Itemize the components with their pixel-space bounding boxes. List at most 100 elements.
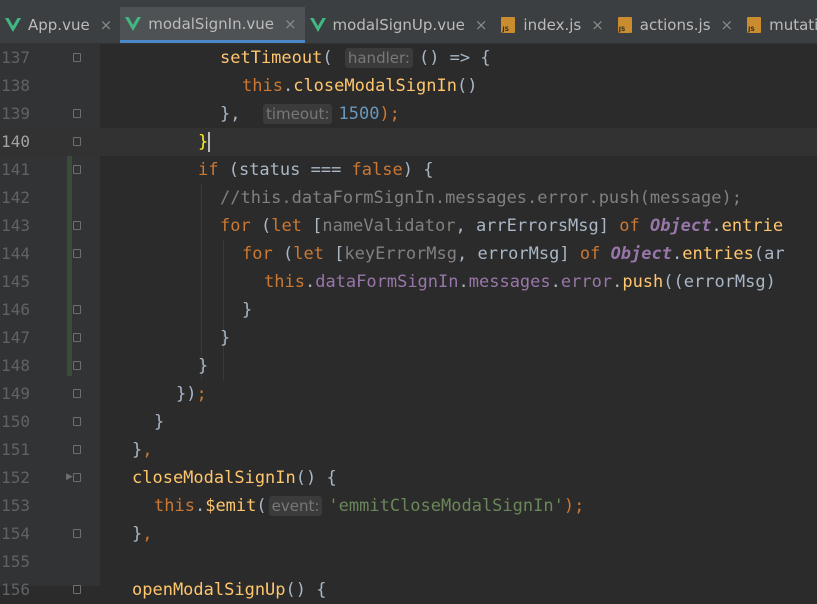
code-line-144: 144 for (let [keyErrorMsg, errorMsg] of …	[0, 240, 817, 268]
token: openModalSignUp	[132, 580, 286, 600]
line-number: 138	[1, 76, 30, 95]
close-icon[interactable]: ×	[100, 16, 113, 34]
code-text: }	[154, 412, 165, 432]
fold-marker[interactable]	[73, 585, 81, 594]
tab-app-vue[interactable]: App.vue ×	[0, 7, 120, 43]
fold-marker[interactable]	[73, 529, 81, 538]
code-text: openModalSignUp() {	[132, 576, 326, 604]
code-text: },	[132, 436, 153, 464]
fold-marker[interactable]	[73, 417, 81, 426]
code-text: closeModalSignIn() {	[132, 464, 337, 492]
parameter-hint: event:	[268, 496, 323, 516]
line-number: 150	[1, 412, 30, 431]
fold-marker[interactable]	[73, 305, 81, 314]
token: })	[176, 384, 197, 404]
token: this	[242, 76, 283, 96]
tab-actions-js[interactable]: JS actions.js ×	[612, 7, 741, 43]
token: () {	[295, 468, 337, 488]
token: ()	[456, 76, 478, 96]
fold-marker[interactable]	[73, 221, 81, 230]
code-text: }	[198, 128, 211, 156]
tab-mutations-js[interactable]: JS mutations.js	[741, 7, 817, 43]
token: let	[293, 244, 324, 264]
code-text: if (status === false) {	[198, 156, 433, 184]
code-line-137: 137 setTimeout( handler:() => {	[0, 44, 817, 72]
code-line-141: 141 if (status === false) {	[0, 156, 817, 184]
code-text: }	[242, 300, 253, 320]
close-icon[interactable]: ×	[475, 16, 488, 34]
fold-marker[interactable]	[73, 445, 81, 454]
tab-label: App.vue	[28, 16, 90, 34]
code-line-153: 153 this.$emit(event:'emmitCloseModalSig…	[0, 492, 817, 520]
fold-marker[interactable]	[73, 137, 81, 146]
token: for	[220, 216, 251, 236]
code-line-146: 146 }	[0, 296, 817, 324]
token: }	[198, 132, 209, 152]
token: , errorMsg]	[457, 244, 580, 264]
token: messages	[468, 272, 551, 292]
js-icon-text: JS	[502, 26, 509, 33]
code-line-138: 138 this.closeModalSignIn()	[0, 72, 817, 100]
token: Object	[610, 244, 672, 264]
token: this	[154, 496, 195, 516]
editor-tab-bar: App.vue × modalSignIn.vue × modalSignUp.…	[0, 7, 817, 44]
parameter-hint: timeout:	[262, 104, 333, 124]
line-number: 147	[1, 328, 30, 347]
line-number: 144	[1, 244, 30, 263]
code-line-152: 152 ▶ closeModalSignIn() {	[0, 464, 817, 492]
code-text: this.dataFormSignIn.messages.error.push(…	[264, 268, 776, 296]
token: ((errorMsg)	[663, 272, 776, 292]
close-icon[interactable]: ×	[591, 16, 604, 34]
tab-label: index.js	[523, 16, 582, 34]
token: closeModalSignIn	[132, 468, 296, 488]
fold-marker[interactable]	[73, 249, 81, 258]
vue-icon	[5, 18, 21, 32]
token: of	[619, 216, 640, 236]
token: );	[379, 104, 400, 124]
line-number: 145	[1, 272, 30, 291]
token: this	[264, 272, 305, 292]
tab-index-js[interactable]: JS index.js ×	[495, 7, 611, 43]
token: (status ===	[218, 160, 352, 180]
tab-label: actions.js	[639, 16, 711, 34]
token: () {	[285, 580, 327, 600]
token: ) {	[402, 160, 434, 180]
token: $emit	[205, 496, 257, 516]
token: let	[271, 216, 302, 236]
fold-marker[interactable]	[73, 109, 81, 118]
line-number: 155	[1, 552, 30, 571]
close-icon[interactable]: ×	[284, 15, 297, 33]
token: closeModalSignIn	[293, 76, 457, 96]
code-text: });	[176, 380, 207, 408]
token: error	[560, 272, 613, 292]
code-line-148: 148 }	[0, 352, 817, 380]
token: (	[250, 216, 272, 236]
override-arrow-icon[interactable]: ▶	[66, 472, 73, 482]
token: [	[301, 216, 323, 236]
token: [	[323, 244, 345, 264]
token: keyErrorMsg	[344, 244, 457, 264]
fold-marker[interactable]	[73, 333, 81, 342]
js-icon-text: JS	[618, 26, 626, 33]
vue-icon	[125, 16, 142, 31]
fold-marker[interactable]	[73, 361, 81, 370]
code-line-147: 147 }	[0, 324, 817, 352]
line-number: 143	[1, 216, 30, 235]
js-icon: JS	[747, 17, 762, 33]
fold-marker[interactable]	[73, 165, 81, 174]
fold-marker[interactable]	[73, 389, 81, 398]
line-number: 153	[1, 496, 30, 515]
fold-marker[interactable]	[73, 473, 81, 482]
close-icon[interactable]: ×	[721, 16, 734, 34]
tab-modalsignin-vue[interactable]: modalSignIn.vue ×	[120, 7, 305, 43]
token: (	[256, 496, 267, 516]
line-number: 139	[1, 104, 30, 123]
token: , arrErrorsMsg]	[455, 216, 620, 236]
code-text: this.closeModalSignIn()	[242, 76, 478, 96]
code-editor[interactable]: 137 setTimeout( handler:() => { 138 this…	[0, 44, 817, 600]
js-icon: JS	[617, 17, 632, 33]
code-line-155: 155	[0, 548, 817, 576]
code-text: setTimeout( handler:() => {	[220, 44, 491, 72]
tab-modalsignup-vue[interactable]: modalSignUp.vue ×	[305, 7, 496, 43]
fold-marker[interactable]	[73, 53, 81, 62]
